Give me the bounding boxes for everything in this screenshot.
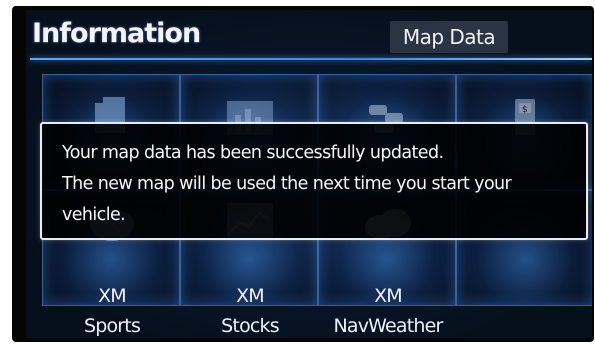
tile-label-line1: XM (98, 285, 127, 307)
info-screen: Information Map Data $ XM Sports XM Stoc… (26, 10, 592, 338)
dialog-message-line2: The new map will be used the next time y… (62, 174, 512, 194)
tile-label-line2: Sports (83, 315, 141, 337)
tile-label-line2: NavWeather (333, 315, 443, 337)
svg-text:$: $ (522, 105, 528, 115)
map-data-button[interactable]: Map Data (390, 21, 508, 53)
tile-label-line1: XM (236, 285, 265, 307)
tile-label-line2: Stocks (221, 315, 279, 337)
tile-label-line1: XM (374, 285, 403, 307)
display-bezel: Information Map Data $ XM Sports XM Stoc… (12, 6, 594, 342)
dialog-message-line1: Your map data has been successfully upda… (62, 143, 444, 163)
update-success-dialog[interactable]: Your map data has been successfully upda… (40, 122, 588, 240)
header-divider (30, 58, 592, 60)
page-title: Information (32, 18, 201, 49)
dialog-message-line3: vehicle. (62, 205, 126, 225)
